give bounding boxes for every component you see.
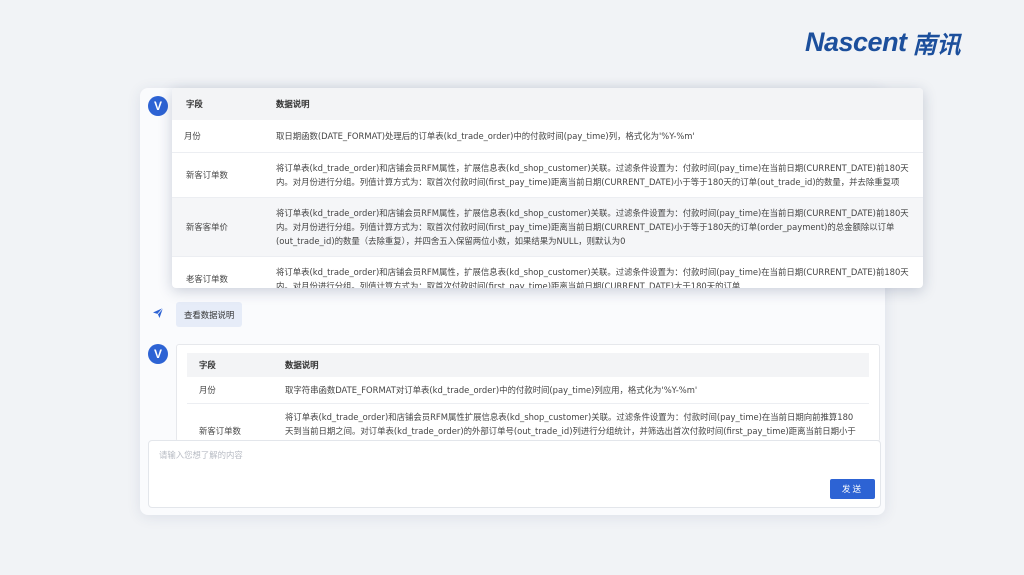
- table-row: 月份 取日期函数(DATE_FORMAT)处理后的订单表(kd_trade_or…: [172, 120, 923, 153]
- field-cell: 新客客单价: [172, 197, 264, 257]
- table-header-row: 字段 数据说明: [187, 353, 869, 377]
- table-header-row: 字段 数据说明: [172, 88, 923, 120]
- send-button[interactable]: 发送: [830, 479, 875, 499]
- description-cell: 将订单表(kd_trade_order)和店铺会员RFM属性，扩展信息表(kd_…: [264, 197, 923, 257]
- assistant-avatar-icon: V: [148, 96, 168, 116]
- table-row: 老客订单数 将订单表(kd_trade_order)和店铺会员RFM属性，扩展信…: [172, 256, 923, 288]
- field-cell: 老客订单数: [172, 256, 264, 288]
- field-cell: 新客订单数: [172, 152, 264, 198]
- table-row: 新客订单数 将订单表(kd_trade_order)和店铺会员RFM属性扩展信息…: [187, 403, 869, 441]
- description-cell: 取字符串函数DATE_FORMAT对订单表(kd_trade_order)中的付…: [273, 377, 869, 404]
- field-cell: 月份: [187, 377, 273, 404]
- description-cell: 将订单表(kd_trade_order)和店铺会员RFM属性，扩展信息表(kd_…: [264, 152, 923, 198]
- user-message-bubble: 查看数据说明: [176, 302, 243, 327]
- column-header-description: 数据说明: [264, 88, 923, 120]
- data-description-card-expanded[interactable]: 字段 数据说明 月份 取日期函数(DATE_FORMAT)处理后的订单表(kd_…: [172, 88, 923, 288]
- data-description-table: 字段 数据说明 月份 取字符串函数DATE_FORMAT对订单表(kd_trad…: [187, 353, 869, 441]
- message-input[interactable]: [149, 441, 880, 507]
- field-cell: 月份: [172, 120, 264, 153]
- data-description-card[interactable]: 字段 数据说明 月份 取字符串函数DATE_FORMAT对订单表(kd_trad…: [176, 344, 880, 442]
- message-composer: [148, 440, 881, 508]
- brand-logo: Nascent 南讯: [805, 26, 961, 59]
- column-header-field: 字段: [172, 88, 264, 120]
- description-cell: 将订单表(kd_trade_order)和店铺会员RFM属性，扩展信息表(kd_…: [264, 256, 923, 288]
- description-cell: 将订单表(kd_trade_order)和店铺会员RFM属性扩展信息表(kd_s…: [273, 403, 869, 441]
- logo-cjk: 南讯: [912, 30, 961, 59]
- table-row: 月份 取字符串函数DATE_FORMAT对订单表(kd_trade_order)…: [187, 377, 869, 404]
- column-header-description: 数据说明: [273, 353, 869, 377]
- field-cell: 新客订单数: [187, 403, 273, 441]
- assistant-avatar-icon: V: [148, 344, 168, 364]
- column-header-field: 字段: [187, 353, 273, 377]
- data-description-table: 字段 数据说明 月份 取日期函数(DATE_FORMAT)处理后的订单表(kd_…: [172, 88, 923, 288]
- table-row: 新客订单数 将订单表(kd_trade_order)和店铺会员RFM属性，扩展信…: [172, 152, 923, 198]
- send-arrow-icon: [150, 305, 166, 321]
- logo-wordmark: Nascent: [805, 26, 907, 57]
- table-row: 新客客单价 将订单表(kd_trade_order)和店铺会员RFM属性，扩展信…: [172, 197, 923, 257]
- description-cell: 取日期函数(DATE_FORMAT)处理后的订单表(kd_trade_order…: [264, 120, 923, 153]
